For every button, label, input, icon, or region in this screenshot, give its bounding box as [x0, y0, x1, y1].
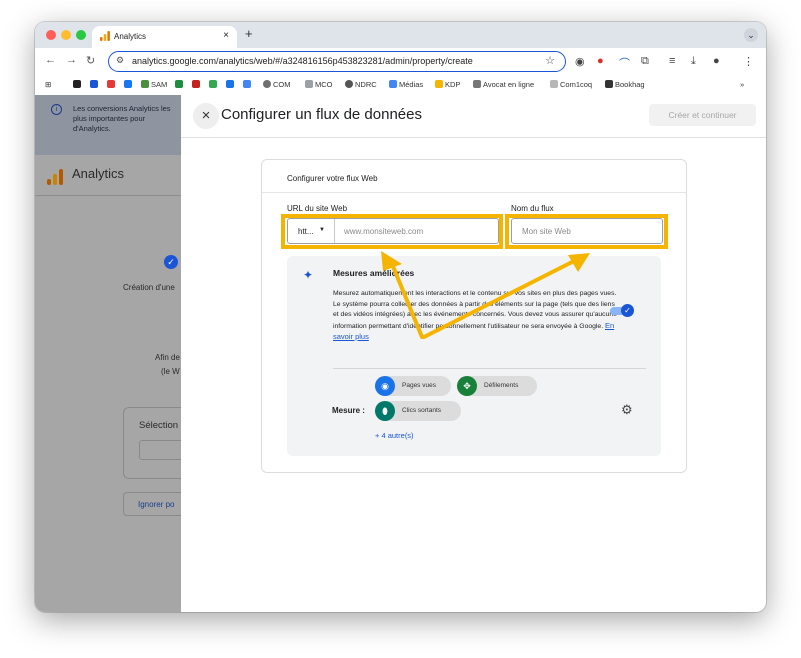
back-icon[interactable]: ← — [45, 54, 56, 66]
bookmark-com[interactable]: COM — [263, 80, 291, 89]
bookmark-icon-facebook[interactable] — [124, 80, 134, 89]
bookmark-icon-mail[interactable] — [90, 80, 100, 89]
dialog-header: × Configurer un flux de données Créer et… — [181, 95, 766, 138]
close-window-button[interactable] — [46, 30, 56, 40]
info-line-2: (le W — [161, 367, 180, 376]
step-label: Création d'une — [123, 283, 175, 292]
tab-title: Analytics — [114, 32, 147, 41]
reload-icon[interactable]: ↻ — [86, 54, 95, 67]
web-stream-card: Configurer votre flux Web URL du site We… — [261, 159, 687, 473]
site-info-icon[interactable]: ⚙ — [116, 55, 124, 66]
chip-page-views: ◉ Pages vues — [375, 376, 451, 396]
selection-card: Sélection — [123, 407, 183, 479]
selection-input[interactable] — [139, 440, 183, 460]
bookmark-icon-gmail[interactable] — [192, 80, 202, 89]
analytics-logo-icon — [100, 31, 110, 43]
enhanced-toggle[interactable]: ✓ — [610, 304, 634, 317]
enhanced-desc-1: Mesurez automatiquement les interactions… — [333, 290, 617, 297]
browser-menu-icon[interactable]: ⋮ — [743, 55, 754, 68]
download-icon[interactable]: ⤓ — [691, 55, 696, 68]
bookmark-star-icon[interactable]: ☆ — [545, 54, 555, 67]
url-highlight-box — [281, 214, 503, 249]
enhanced-description: Mesurez automatiquement les interactions… — [333, 289, 618, 344]
profile-avatar[interactable]: ● — [713, 55, 720, 67]
bookmarks-bar: ⊞ SAM COM MCO NDRC Médias KDP Avocat en … — [35, 75, 766, 96]
url-label: URL du site Web — [287, 204, 348, 213]
admin-left-panel: i Les conversions Analytics les plus imp… — [35, 95, 183, 612]
browser-toolbar: ← → ↻ ⚙ analytics.google.com/analytics/w… — [35, 48, 766, 75]
app-title: Analytics — [72, 166, 125, 181]
dialog-title: Configurer un flux de données — [221, 106, 422, 123]
page-content: i Les conversions Analytics les plus imp… — [35, 95, 766, 612]
chip-outbound-clicks: ⬮ Clics sortants — [375, 401, 461, 421]
info-icon: i — [51, 104, 62, 115]
divider — [35, 195, 181, 196]
maximize-window-button[interactable] — [76, 30, 86, 40]
bookmark-sam[interactable]: SAM — [141, 80, 167, 89]
minimize-window-button[interactable] — [61, 30, 71, 40]
name-highlight-box — [505, 214, 668, 249]
eye-icon: ◉ — [375, 376, 395, 396]
reading-list-icon[interactable]: ≡ — [669, 55, 675, 67]
mouse-icon: ⬮ — [375, 401, 395, 421]
apps-grid-icon[interactable]: ⊞ — [45, 80, 51, 89]
bookmark-bookhag[interactable]: Bookhag — [605, 80, 645, 89]
enhanced-measurement-panel: ✦ Mesures améliorées Mesurez automatique… — [287, 256, 661, 456]
step-check-icon: ✓ — [164, 255, 178, 269]
create-continue-button[interactable]: Créer et continuer — [649, 104, 756, 126]
browser-window: Analytics × + ⌄ ← → ↻ ⚙ analytics.google… — [35, 22, 766, 612]
bookmark-com1coq[interactable]: Com1coq — [550, 80, 592, 89]
ignore-button[interactable]: Ignorer po — [123, 492, 182, 516]
forward-icon[interactable]: → — [66, 54, 77, 66]
bookmark-icon-youtube[interactable] — [107, 80, 117, 89]
check-icon: ✓ — [621, 304, 634, 317]
divider — [262, 192, 686, 193]
extension-icon[interactable]: ◉ — [575, 55, 585, 68]
card-title: Configurer votre flux Web — [287, 174, 378, 183]
bookmark-icon-calendar[interactable] — [243, 80, 253, 89]
tab-analytics[interactable]: Analytics × — [92, 26, 237, 48]
selection-title: Sélection — [139, 420, 179, 431]
sparkle-icon: ✦ — [303, 268, 314, 282]
enhanced-title: Mesures améliorées — [333, 268, 415, 278]
bookmark-medias[interactable]: Médias — [389, 80, 423, 89]
new-tab-button[interactable]: + — [245, 26, 253, 41]
tab-bar: Analytics × + ⌄ — [35, 22, 766, 48]
arc-extension-icon[interactable]: ⌒ — [619, 55, 630, 71]
analytics-logo-icon — [47, 169, 63, 190]
info-line-1: Afin de — [155, 353, 180, 362]
chip-scrolls: ✥ Défilements — [457, 376, 537, 396]
banner-text: Les conversions Analytics les plus impor… — [73, 104, 171, 133]
scroll-icon: ✥ — [457, 376, 477, 396]
conversion-banner: i Les conversions Analytics les plus imp… — [35, 95, 181, 155]
configure-stream-dialog: × Configurer un flux de données Créer et… — [181, 95, 766, 612]
bookmarks-more-icon[interactable]: » — [740, 80, 744, 89]
tab-close-icon[interactable]: × — [223, 30, 229, 41]
address-bar[interactable]: ⚙ analytics.google.com/analytics/web/#/a… — [108, 51, 566, 72]
gear-icon[interactable]: ⚙ — [621, 402, 633, 418]
measure-label: Mesure : — [332, 406, 365, 415]
bookmark-ndrc[interactable]: NDRC — [345, 80, 377, 89]
close-icon[interactable]: × — [193, 103, 219, 129]
divider — [333, 368, 646, 369]
address-url: analytics.google.com/analytics/web/#/a32… — [132, 56, 473, 66]
more-measures-link[interactable]: + 4 autre(s) — [375, 431, 414, 440]
bookmark-icon-k[interactable] — [73, 80, 83, 89]
bookmark-icon-drive[interactable] — [209, 80, 219, 89]
enhanced-desc-2: Le système pourra collecter des données … — [333, 300, 617, 330]
stream-name-label: Nom du flux — [511, 204, 554, 213]
bookmark-mco[interactable]: MCO — [305, 80, 333, 89]
opera-extension-icon[interactable]: ● — [597, 55, 604, 67]
bookmark-icon-app[interactable] — [226, 80, 236, 89]
bookmark-kdp[interactable]: KDP — [435, 80, 460, 89]
bookmark-icon-ads[interactable] — [175, 80, 185, 89]
tab-search-button[interactable]: ⌄ — [744, 28, 758, 42]
extensions-puzzle-icon[interactable]: ⧉ — [641, 55, 649, 68]
bookmark-avocat[interactable]: Avocat en ligne — [473, 80, 534, 89]
